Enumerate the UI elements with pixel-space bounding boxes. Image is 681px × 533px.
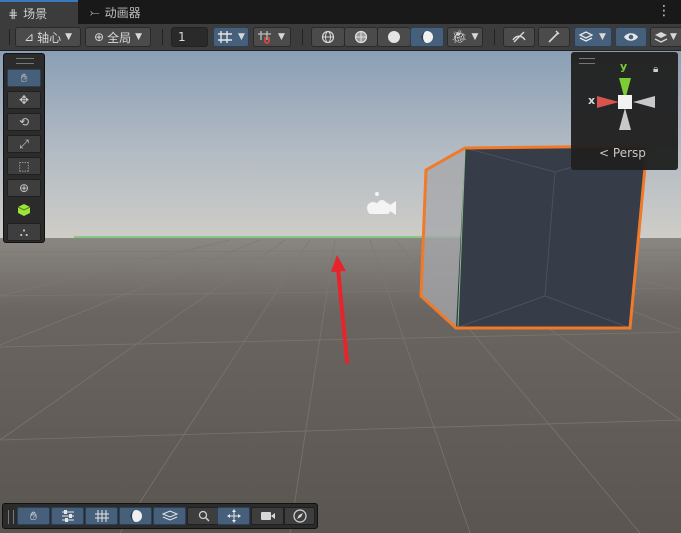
shaded-wireframe-button[interactable]	[344, 27, 378, 47]
tab-animator-label: 动画器	[104, 5, 141, 20]
space-label: 全局	[107, 30, 132, 45]
scene-visibility-toggle[interactable]	[503, 27, 535, 47]
persp-chevron-icon: <	[599, 146, 610, 160]
more-options-icon[interactable]: ⋮	[657, 3, 671, 19]
persp-label: Persp	[612, 146, 646, 160]
tab-scene-label: 场景	[23, 7, 48, 21]
transform-tool-button[interactable]: ⊕	[7, 179, 41, 197]
grid-snap-icon	[218, 31, 232, 43]
sliders-icon	[61, 510, 74, 522]
stack-icon	[161, 510, 178, 521]
tab-scene[interactable]: ⋕ 场景	[0, 0, 78, 25]
wireframe-shading-button[interactable]	[311, 27, 345, 47]
move-tool-button[interactable]: ✥	[7, 91, 41, 109]
tools-overlay-panel: ✋︎ ✥ ⟲ ⤢ ⬚ ⊕ ⛬	[3, 53, 45, 243]
bug-icon: 🐞︎	[451, 29, 468, 45]
grid-icon: ⋕	[8, 6, 19, 21]
chevron-down-icon[interactable]: ▼	[238, 32, 245, 42]
shaded-sphere-icon	[388, 31, 400, 43]
move-arrows-icon	[226, 509, 241, 523]
chevron-down-icon[interactable]: ▼	[278, 32, 285, 42]
wireframe-sphere-icon	[321, 30, 335, 44]
move-icon: ✥	[18, 93, 30, 107]
rotate-icon: ⟲	[18, 115, 30, 129]
debug-draw-mode-dropdown[interactable]: 🐞︎ ▼	[447, 27, 483, 47]
layers-check-icon	[578, 31, 594, 42]
navigation-toggle-button[interactable]	[284, 507, 315, 525]
scale-icon: ⤢	[19, 136, 29, 151]
tab-bar: ⋕ 场景 ⤚ 动画器 ⋮	[0, 0, 681, 25]
scale-tool-button[interactable]: ⤢	[7, 135, 41, 153]
overlays-dropdown[interactable]: ▼	[574, 27, 612, 47]
chevron-down-icon: ▼	[471, 32, 479, 42]
panel-drag-handle[interactable]	[16, 58, 34, 64]
rect-transform-icon: ⬚	[18, 159, 30, 173]
space-dropdown[interactable]: ⊕ 全局 ▼	[85, 27, 151, 47]
custom-tool-button[interactable]	[7, 201, 41, 219]
search-icon	[198, 510, 210, 522]
tab-animator[interactable]: ⤚ 动画器	[82, 0, 178, 24]
camera-toggle-button[interactable]	[251, 507, 284, 525]
hand-icon: ✋︎	[30, 508, 37, 523]
grid-size-input[interactable]: 1	[171, 27, 208, 47]
chevron-down-icon[interactable]: ▼	[599, 32, 606, 42]
increment-snap-toggle[interactable]: ▼	[253, 27, 291, 47]
pivot-dropdown[interactable]: ⊿ 轴心 ▼	[15, 27, 81, 47]
video-camera-icon	[260, 512, 275, 520]
snap-magnet-icon	[258, 31, 271, 44]
moon-sphere-icon	[129, 510, 142, 522]
visibility-off-icon	[512, 31, 526, 43]
bottom-toolbar: ✋︎	[2, 503, 318, 529]
bottom-hand-tool-button[interactable]: ✋︎	[17, 507, 50, 525]
shaded-button[interactable]	[377, 27, 411, 47]
pivot-icon: ⊿	[24, 30, 35, 44]
chevron-down-icon: ▼	[135, 32, 142, 42]
green-cube-icon	[17, 204, 31, 216]
orientation-gizmo: 🔒︎ y x < Persp	[571, 52, 678, 170]
shaded-wireframe-icon	[354, 30, 368, 44]
inspector-toggle-button[interactable]	[51, 507, 84, 525]
projection-toggle[interactable]: < Persp	[599, 146, 646, 160]
tree-icon: ⛬	[19, 224, 29, 239]
gizmo-y-label: y	[620, 60, 628, 73]
layers-icon	[654, 32, 668, 43]
scene-toolbar: ⊿ 轴心 ▼ ⊕ 全局 ▼ 1 ▼ ▼ 🐞︎ ▼ ▼ ▼	[0, 24, 681, 51]
tool-wand-icon	[548, 30, 560, 43]
layers-dropdown[interactable]: ▼	[650, 27, 681, 47]
layers-toggle-button[interactable]	[153, 507, 186, 525]
globe-icon: ⊕	[94, 30, 105, 44]
grid-toggle-button[interactable]	[85, 507, 118, 525]
chevron-down-icon: ▼	[670, 32, 677, 42]
chevron-down-icon: ▼	[65, 32, 72, 42]
grid-snapping-toggle[interactable]: ▼	[213, 27, 249, 47]
gizmo-x-label: x	[588, 94, 596, 107]
compass-icon	[292, 509, 307, 523]
transform-icon: ⊕	[18, 181, 30, 195]
toolbar-separator	[494, 29, 495, 45]
toolbar-separator	[302, 29, 303, 45]
bottom-drag-handle[interactable]	[8, 510, 14, 524]
grid-pattern-icon	[94, 510, 109, 522]
rect-tool-button[interactable]: ⬚	[7, 157, 41, 175]
rotate-tool-button[interactable]: ⟲	[7, 113, 41, 131]
gizmos-visibility-toggle[interactable]	[615, 27, 647, 47]
hand-tool-button[interactable]: ✋︎	[7, 69, 41, 87]
hand-icon: ✋︎	[20, 70, 28, 85]
move-toggle-button[interactable]	[217, 507, 250, 525]
eye-icon	[624, 33, 638, 41]
selected-cube[interactable]	[419, 144, 649, 330]
search-toggle-button[interactable]	[187, 507, 220, 525]
grid-size-value: 1	[178, 30, 186, 44]
component-tool-button[interactable]: ⛬	[7, 223, 41, 241]
animator-icon: ⤚	[90, 4, 100, 19]
toolbar-separator	[9, 29, 10, 45]
tools-toggle[interactable]	[538, 27, 570, 47]
lighting-toggle-button[interactable]	[119, 507, 152, 525]
toolbar-separator	[162, 29, 163, 45]
pivot-label: 轴心	[37, 30, 62, 45]
unlit-sphere-icon	[421, 31, 433, 43]
unlit-shading-button[interactable]	[410, 27, 444, 47]
